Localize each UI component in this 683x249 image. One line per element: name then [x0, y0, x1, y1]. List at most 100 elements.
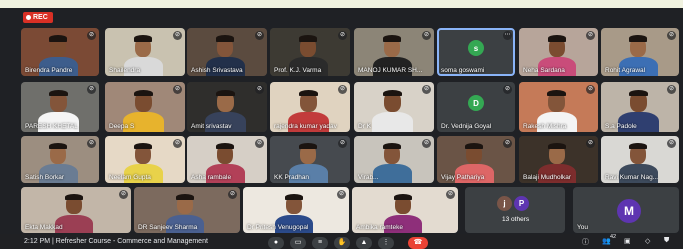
participant-hair [628, 89, 648, 97]
muted-mic-icon: ⊘ [87, 31, 96, 40]
captions-button[interactable]: ≡ [312, 237, 328, 249]
participant-tile[interactable]: ⊘ rajendra kumar yadav [270, 82, 350, 132]
muted-mic-icon: ⊘ [422, 31, 431, 40]
participant-name: Ashish Srivastava [191, 67, 243, 74]
participant-tile[interactable]: ⊘ PARESH KHETAL [21, 82, 99, 132]
participant-hair [64, 193, 83, 200]
participant-hair [298, 89, 318, 97]
mic-button[interactable]: ● [268, 237, 284, 249]
participant-tile[interactable]: ⊘ Shailendra [105, 28, 185, 76]
participant-tile[interactable]: ⊘ Satish Borkar [21, 136, 99, 183]
lock-icon[interactable]: ⛊ [664, 237, 669, 245]
participant-name: KK Pradhan [274, 174, 310, 181]
muted-mic-icon: ⊘ [667, 139, 676, 148]
participant-name: Neha Sardana [523, 67, 565, 74]
participant-name: MANOJ KUMAR SH... [358, 67, 423, 74]
raise-hand-button[interactable]: ✋ [334, 237, 350, 249]
participant-tile[interactable]: ⊘ Dr Pritesh Venugopal [243, 187, 349, 233]
more-options-button[interactable]: ⋮ [378, 237, 394, 249]
participant-tile[interactable]: ⊘ Neelam Gupta [105, 136, 185, 183]
participant-tile[interactable]: s ⋯ soma goswami [437, 28, 515, 76]
muted-mic-icon: ⊘ [422, 139, 431, 148]
participant-tile[interactable]: ⊘ Ashish Srivastava [187, 28, 267, 76]
participant-name: Virab... [358, 174, 379, 181]
participant-name: soma goswami [441, 67, 485, 74]
participant-tile[interactable]: ⊘ Neha Sardana [519, 28, 598, 76]
participant-hair [216, 143, 235, 150]
chat-icon[interactable]: ▣ [624, 237, 631, 245]
self-avatar: M [617, 199, 641, 223]
camera-button[interactable]: ▭ [290, 237, 306, 249]
others-count-label: 13 others [502, 216, 530, 223]
activities-icon[interactable]: ◇ [645, 237, 650, 245]
participant-name: Asha rambale [191, 174, 232, 181]
participant-name: Birendra Pandre [25, 67, 73, 74]
participant-name: DR Sanjeev Sharma [138, 224, 198, 231]
muted-mic-icon: ⊘ [338, 139, 347, 148]
record-dot-icon [26, 15, 31, 20]
participant-tile[interactable]: ⊘ KK Pradhan [270, 136, 350, 183]
muted-mic-icon: ⊘ [503, 85, 512, 94]
participant-hair [629, 35, 648, 42]
participant-name: Ekta Makkad [25, 224, 63, 231]
participant-hair [547, 143, 566, 150]
muted-mic-icon: ⊘ [87, 85, 96, 94]
recording-label: REC [33, 14, 48, 21]
participant-tile[interactable]: ⊘ S.a Padole [601, 82, 679, 132]
info-icon[interactable]: ⓘ [582, 237, 589, 247]
meeting-info: 2:12 PM | Refresher Course - Commerce an… [24, 238, 208, 245]
participant-name: Dr Pritesh Venugopal [247, 224, 309, 231]
participant-tile[interactable]: ⊘ Birendra Pandre [21, 28, 99, 76]
participant-tile[interactable]: ⊘ Asha rambale [187, 136, 267, 183]
participant-hair [133, 89, 153, 97]
participant-tile[interactable]: ⊘ Ekta Makkad [21, 187, 131, 233]
muted-mic-icon: ⊘ [119, 190, 128, 199]
end-call-button[interactable]: ☎ [408, 237, 428, 249]
participant-hair [393, 193, 412, 200]
participant-tile[interactable]: ⊘ Ambika ramteke [352, 187, 458, 233]
participant-tile[interactable]: ⊘ Rakesh Mishra [519, 82, 598, 132]
participant-tile[interactable]: ⊘ Amit srivastav [187, 82, 267, 132]
muted-mic-icon: ⊘ [87, 139, 96, 148]
participant-tile[interactable]: ⊘ DR Sanjeev Sharma [134, 187, 240, 233]
participant-hair [134, 143, 153, 150]
others-tile[interactable]: j P 13 others [465, 187, 565, 233]
muted-mic-icon: ⊘ [255, 139, 264, 148]
participant-hair [49, 35, 68, 42]
participant-name: Dr. Vednija Goyal [441, 123, 492, 130]
participant-tile[interactable]: ⊘ Ravi Kumar Nag... [601, 136, 679, 183]
participant-hair [134, 35, 153, 42]
meeting-title: Refresher Course - Commerce and Manageme… [55, 238, 208, 245]
participant-hair [284, 193, 303, 200]
meeting-time: 2:12 PM [24, 238, 51, 245]
participant-tile[interactable]: ⊘ Balaji Mudholkar [519, 136, 598, 183]
participant-hair [382, 89, 402, 97]
participant-name: Rohit Agrawal [605, 67, 646, 74]
participant-tile[interactable]: ⊘ Deepa S [105, 82, 185, 132]
others-avatar-p: P [514, 196, 529, 211]
participant-tile[interactable]: ⊘ Prof. K.J. Varma [270, 28, 350, 76]
muted-mic-icon: ⊘ [586, 139, 595, 148]
participant-tile[interactable]: ⊘ Virab... [354, 136, 434, 183]
present-button[interactable]: ▲ [356, 237, 372, 249]
participant-tile[interactable]: ⊘ Vijay Pathariya [437, 136, 515, 183]
participant-tile[interactable]: ⊘ Rohit Agrawal [601, 28, 679, 76]
participant-name: Vijay Pathariya [441, 174, 485, 181]
participant-tile[interactable]: D ⊘ Dr. Vednija Goyal [437, 82, 515, 132]
muted-mic-icon: ⊘ [173, 139, 182, 148]
muted-mic-icon: ⊘ [446, 190, 455, 199]
participant-name: Ravi Kumar Nag... [605, 174, 659, 181]
self-tile[interactable]: M You [573, 187, 679, 233]
participant-tile[interactable]: ⊘ Dr K [354, 82, 434, 132]
participant-avatar: D [468, 95, 484, 111]
participant-name: Dr K [358, 123, 371, 130]
participant-hair [299, 35, 318, 42]
muted-mic-icon: ⋯ [503, 31, 512, 40]
participant-tile[interactable]: ⊘ MANOJ KUMAR SH... [354, 28, 434, 76]
recording-badge: REC [23, 12, 53, 23]
muted-mic-icon: ⊘ [337, 190, 346, 199]
participant-hair [383, 35, 402, 42]
muted-mic-icon: ⊘ [173, 85, 182, 94]
participant-count: 42 [610, 234, 617, 240]
participant-hair [215, 89, 235, 97]
